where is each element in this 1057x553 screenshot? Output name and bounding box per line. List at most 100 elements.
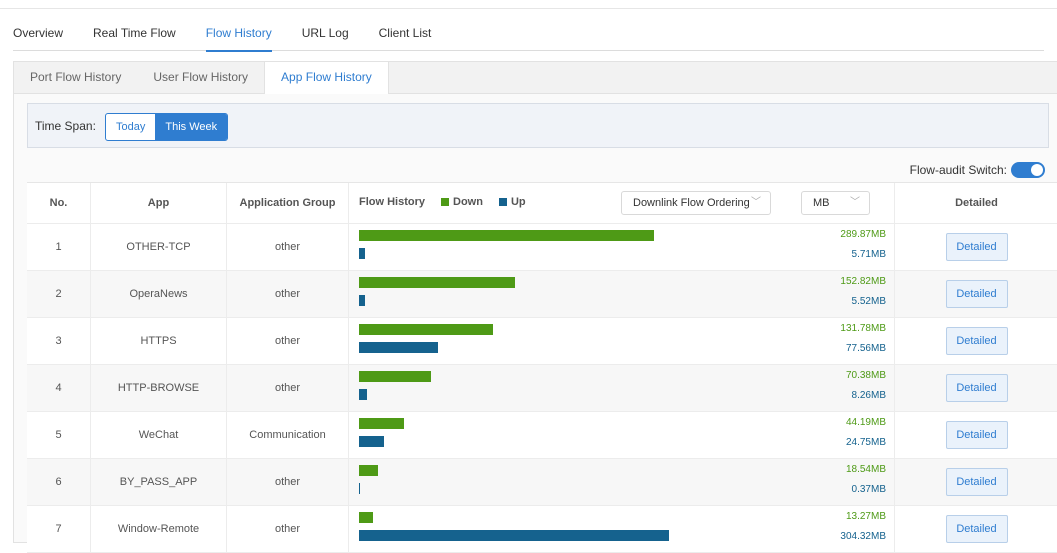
header-flow-history: Flow History Down Up Downlink Flow Order… — [349, 183, 895, 223]
application-group: Communication — [227, 412, 349, 458]
detailed-button[interactable]: Detailed — [945, 468, 1008, 496]
down-flow-value: 44.19MB — [845, 417, 886, 428]
time-span-this-week-button[interactable]: This Week — [155, 114, 228, 140]
app-name: Window-Remote — [91, 506, 227, 552]
up-flow-bar — [359, 295, 365, 306]
down-flow-value: 13.27MB — [845, 511, 886, 522]
flow-history-cell: 18.54MB 0.37MB — [349, 459, 895, 505]
detailed-cell: Detailed — [895, 318, 1057, 364]
down-flow-bar — [359, 277, 515, 288]
detailed-button[interactable]: Detailed — [945, 374, 1008, 402]
row-number: 6 — [27, 459, 91, 505]
subtab-port-flow-history[interactable]: Port Flow History — [14, 62, 137, 93]
legend-up-swatch — [498, 198, 507, 206]
time-span-today-button[interactable]: Today — [106, 114, 155, 140]
flow-history-cell: 289.87MB 5.71MB — [349, 224, 895, 270]
row-number: 1 — [27, 224, 91, 270]
table-row: 3 HTTPS other 131.78MB 77.56MB Detailed — [27, 318, 1057, 365]
flow-audit-label: Flow-audit Switch: — [909, 163, 1007, 177]
tab-real-time-flow[interactable]: Real Time Flow — [93, 22, 176, 50]
up-flow-bar — [359, 436, 384, 447]
app-name: OTHER-TCP — [91, 224, 227, 270]
detailed-cell: Detailed — [895, 271, 1057, 317]
subtab-app-flow-history[interactable]: App Flow History — [264, 62, 389, 94]
ordering-select[interactable]: Downlink Flow Ordering ﹀ — [621, 191, 771, 215]
row-number: 5 — [27, 412, 91, 458]
ordering-select-value: Downlink Flow Ordering — [633, 197, 750, 209]
unit-select-value: MB — [813, 197, 830, 209]
flow-history-cell: 70.38MB 8.26MB — [349, 365, 895, 411]
header-application-group: Application Group — [227, 183, 349, 223]
application-group: other — [227, 224, 349, 270]
table-row: 1 OTHER-TCP other 289.87MB 5.71MB Detailed — [27, 224, 1057, 271]
header-detailed: Detailed — [955, 197, 998, 209]
application-group: other — [227, 271, 349, 317]
chevron-down-icon: ﹀ — [850, 197, 860, 208]
down-flow-bar — [359, 512, 373, 523]
down-flow-value: 289.87MB — [840, 229, 886, 240]
detailed-button[interactable]: Detailed — [945, 280, 1008, 308]
down-flow-value: 152.82MB — [840, 276, 886, 287]
down-flow-value: 131.78MB — [840, 323, 886, 334]
subtab-user-flow-history[interactable]: User Flow History — [137, 62, 264, 93]
tab-flow-history[interactable]: Flow History — [205, 22, 272, 52]
table-row: 2 OperaNews other 152.82MB 5.52MB Detailed — [27, 271, 1057, 318]
down-flow-bar — [359, 324, 493, 335]
detailed-cell: Detailed — [895, 412, 1057, 458]
flow-history-cell: 131.78MB 77.56MB — [349, 318, 895, 364]
detailed-button[interactable]: Detailed — [945, 515, 1008, 543]
flow-history-legend: Flow History Down Up — [359, 196, 526, 208]
top-divider — [0, 8, 1057, 9]
table-row: 5 WeChat Communication 44.19MB 24.75MB Detail… — [27, 412, 1057, 459]
tab-overview[interactable]: Overview — [13, 22, 63, 50]
row-number: 7 — [27, 506, 91, 552]
down-flow-bar — [359, 230, 654, 241]
time-span-label: Time Span: — [35, 119, 96, 133]
table-body: 1 OTHER-TCP other 289.87MB 5.71MB Detailed 2 Op… — [27, 224, 1057, 553]
legend-up-label: Up — [510, 196, 526, 208]
app-name: BY_PASS_APP — [91, 459, 227, 505]
unit-select[interactable]: MB ﹀ — [801, 191, 870, 215]
up-flow-bar — [359, 342, 438, 353]
tab-url-log[interactable]: URL Log — [302, 22, 349, 50]
application-group: other — [227, 506, 349, 552]
up-flow-value: 24.75MB — [845, 437, 886, 448]
flow-history-panel: Port Flow History User Flow History App … — [13, 61, 1057, 553]
up-flow-value: 77.56MB — [845, 343, 886, 354]
flow-history-cell: 13.27MB 304.32MB — [349, 506, 895, 552]
detailed-cell: Detailed — [895, 224, 1057, 270]
table-row: 7 Window-Remote other 13.27MB 304.32MB Detail… — [27, 506, 1057, 553]
up-flow-value: 0.37MB — [851, 484, 886, 495]
detailed-button[interactable]: Detailed — [945, 421, 1008, 449]
detailed-cell: Detailed — [895, 506, 1057, 552]
flow-history-title: Flow History — [359, 196, 426, 208]
row-number: 2 — [27, 271, 91, 317]
application-group: other — [227, 365, 349, 411]
up-flow-bar — [359, 389, 367, 400]
table-header: No. App Application Group Flow History D… — [27, 183, 1057, 224]
up-flow-bar — [359, 483, 360, 494]
table-row: 4 HTTP-BROWSE other 70.38MB 8.26MB Detailed — [27, 365, 1057, 412]
toggle-knob — [1031, 164, 1043, 176]
detailed-button[interactable]: Detailed — [945, 233, 1008, 261]
app-name: WeChat — [91, 412, 227, 458]
detailed-button[interactable]: Detailed — [945, 327, 1008, 355]
legend-down-swatch — [441, 198, 450, 206]
down-flow-value: 70.38MB — [845, 370, 886, 381]
app-name: OperaNews — [91, 271, 227, 317]
flow-audit-toggle[interactable] — [1011, 162, 1045, 178]
up-flow-bar — [359, 248, 365, 259]
row-number: 4 — [27, 365, 91, 411]
up-flow-value: 5.71MB — [851, 249, 886, 260]
down-flow-bar — [359, 371, 431, 382]
tab-client-list[interactable]: Client List — [379, 22, 432, 50]
time-span-filter: Time Span: Today This Week — [27, 103, 1049, 148]
row-number: 3 — [27, 318, 91, 364]
sub-tabs: Port Flow History User Flow History App … — [14, 62, 1057, 94]
up-flow-value: 8.26MB — [851, 390, 886, 401]
app-flow-table: No. App Application Group Flow History D… — [27, 182, 1057, 553]
up-flow-value: 5.52MB — [851, 296, 886, 307]
flow-history-cell: 152.82MB 5.52MB — [349, 271, 895, 317]
flow-audit-switch-group: Flow-audit Switch: — [910, 162, 1045, 178]
application-group: other — [227, 459, 349, 505]
